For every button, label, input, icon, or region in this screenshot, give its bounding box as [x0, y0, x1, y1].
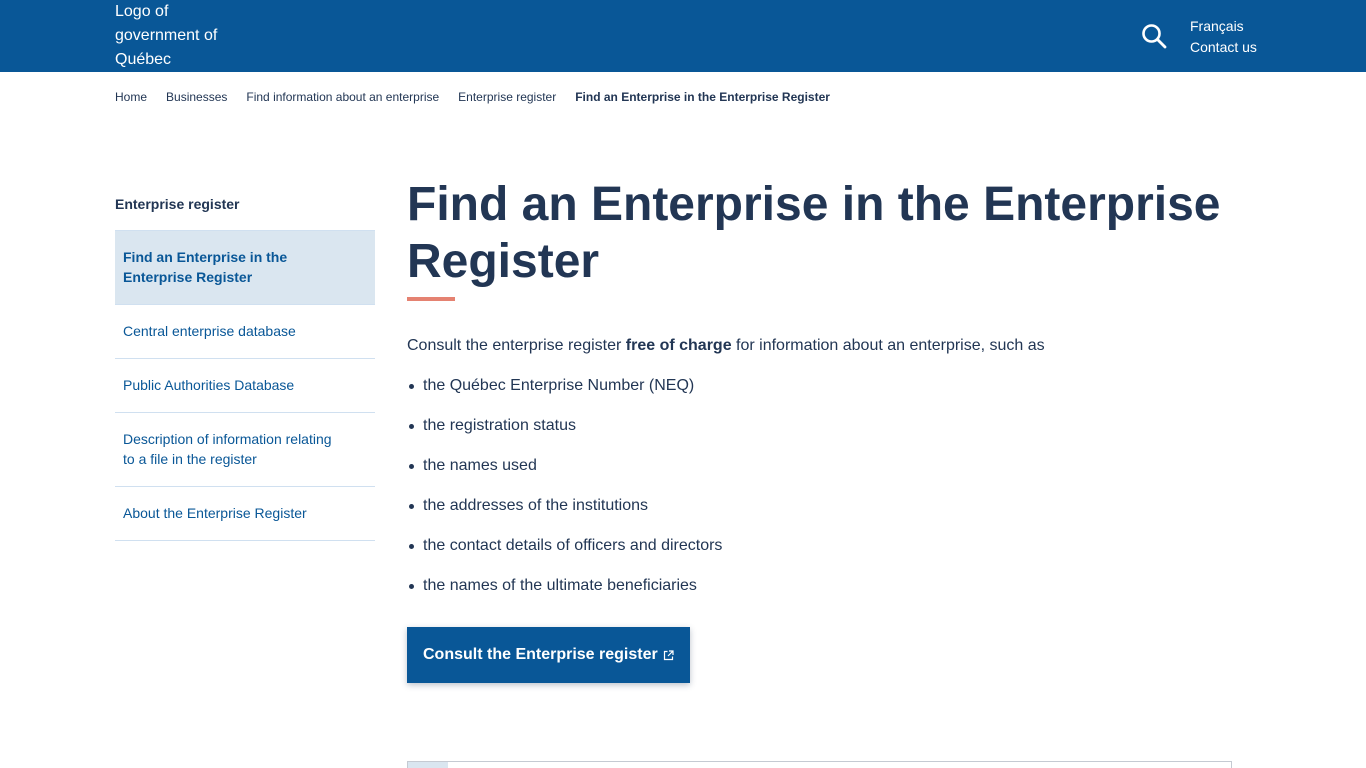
list-item: the addresses of the institutions: [407, 494, 1237, 534]
breadcrumb-businesses[interactable]: Businesses: [166, 88, 227, 106]
government-logo-link[interactable]: Logo of government of Québec: [115, 0, 245, 72]
language-switch-link[interactable]: Français: [1190, 17, 1244, 35]
breadcrumb-home[interactable]: Home: [115, 88, 147, 106]
list-item: the registration status: [407, 414, 1237, 454]
bottom-info-box: [407, 761, 1232, 768]
search-icon: [1142, 24, 1167, 49]
information-list: the Québec Enterprise Number (NEQ) the r…: [407, 374, 1237, 614]
intro-text-before: Consult the enterprise register: [407, 337, 626, 354]
title-accent-bar: [407, 297, 455, 301]
breadcrumb: Home Businesses Find information about a…: [115, 88, 830, 106]
sidenav-item-label: About the Enterprise Register: [123, 505, 307, 521]
breadcrumb-enterprise-register[interactable]: Enterprise register: [458, 88, 556, 106]
sidenav-item-label: Find an Enterprise in the Enterprise Reg…: [123, 249, 288, 285]
contact-us-link[interactable]: Contact us: [1190, 38, 1257, 56]
intro-text-bold: free of charge: [625, 337, 732, 354]
breadcrumb-find-information[interactable]: Find information about an enterprise: [246, 88, 439, 106]
main-content: Find an Enterprise in the Enterprise Reg…: [407, 176, 1237, 683]
intro-paragraph: Consult the enterprise register free of …: [407, 334, 1237, 358]
sidenav-item-about-register[interactable]: About the Enterprise Register: [115, 487, 375, 541]
list-item: the Québec Enterprise Number (NEQ): [407, 374, 1237, 414]
sidenav-item-public-authorities[interactable]: Public Authorities Database: [115, 359, 375, 413]
list-item: the contact details of officers and dire…: [407, 534, 1237, 574]
search-button[interactable]: [1140, 22, 1168, 50]
sidenav-item-label: Central enterprise database: [123, 323, 296, 339]
sidenav-title: Enterprise register: [115, 196, 240, 212]
intro-text-after: for information about an enterprise, suc…: [731, 337, 1045, 354]
list-item: the names used: [407, 454, 1237, 494]
side-navigation: Enterprise register Find an Enterprise i…: [115, 194, 375, 541]
sidenav-item-find-enterprise[interactable]: Find an Enterprise in the Enterprise Reg…: [115, 230, 375, 305]
breadcrumb-current: Find an Enterprise in the Enterprise Reg…: [575, 90, 830, 104]
site-header: Logo of government of Québec Français Co…: [0, 0, 1366, 72]
logo-alt-text: Logo of government of Québec: [115, 3, 218, 68]
sidenav-item-central-database[interactable]: Central enterprise database: [115, 305, 375, 359]
bottom-info-box-tab: [408, 762, 448, 768]
consult-register-label: Consult the Enterprise register: [423, 646, 658, 663]
sidenav-item-description-information[interactable]: Description of information relating to a…: [115, 413, 375, 487]
sidenav-item-label: Public Authorities Database: [123, 377, 295, 393]
external-link-icon: [663, 649, 674, 660]
consult-register-button[interactable]: Consult the Enterprise register: [407, 627, 690, 683]
page-title: Find an Enterprise in the Enterprise Reg…: [407, 178, 1221, 288]
sidenav-item-label: Description of information relating to a…: [123, 431, 332, 467]
list-item: the names of the ultimate beneficiaries: [407, 574, 1237, 614]
